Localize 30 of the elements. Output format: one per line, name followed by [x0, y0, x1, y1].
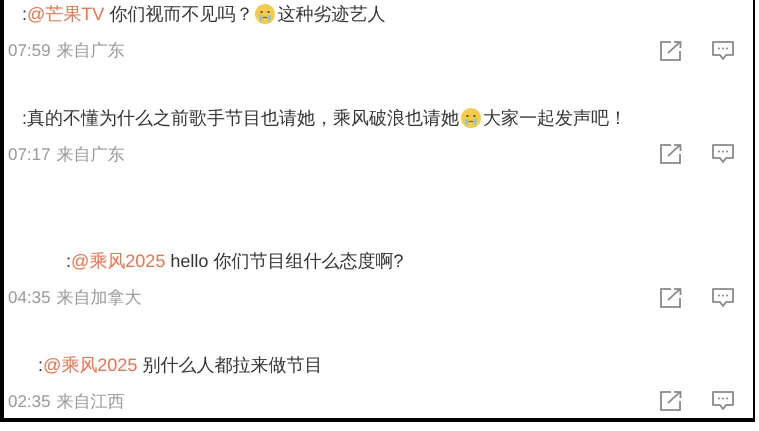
share-icon[interactable] — [659, 286, 683, 309]
comment-text: 这种劣迹艺人 — [277, 3, 386, 26]
comment-text: : — [66, 250, 72, 273]
share-icon[interactable] — [659, 390, 683, 412]
comment-icon[interactable] — [711, 40, 735, 62]
comment-location: 来自广东 — [56, 144, 125, 166]
comment-location: 来自江西 — [56, 390, 125, 412]
comment-time: 07:17 — [8, 144, 51, 166]
comment-text: :真的不懂为什么之前歌手节目也请她，乘风破浪也请她 — [22, 106, 460, 130]
comment-text: 别什么人都拉来做节目 — [141, 354, 322, 376]
comment-text: : — [38, 354, 44, 376]
comment-time: 04:35 — [8, 287, 51, 309]
user-mention[interactable]: @乘风2025 — [71, 249, 166, 273]
comment-icon[interactable] — [711, 390, 735, 412]
comment-time: 07:59 — [8, 40, 51, 62]
user-mention[interactable]: @乘风2025 — [43, 352, 138, 376]
user-mention[interactable]: @芒果TV — [27, 2, 104, 26]
comment-text: 你们视而不见吗？ — [108, 3, 254, 26]
comment-icon[interactable] — [711, 286, 735, 309]
comment-location: 来自加拿大 — [56, 287, 142, 309]
comment-location: 来自广东 — [56, 40, 125, 62]
comment-text: 大家一起发声吧！ — [483, 106, 628, 130]
share-icon[interactable] — [659, 143, 683, 166]
crying-face-icon — [460, 106, 482, 128]
comment-text: hello 你们节目组什么态度啊? — [169, 250, 404, 273]
comment-time: 02:35 — [8, 390, 51, 412]
crying-face-icon — [254, 3, 276, 25]
comment-text: : — [22, 3, 28, 26]
share-icon[interactable] — [659, 40, 683, 62]
comment-icon[interactable] — [711, 143, 735, 166]
